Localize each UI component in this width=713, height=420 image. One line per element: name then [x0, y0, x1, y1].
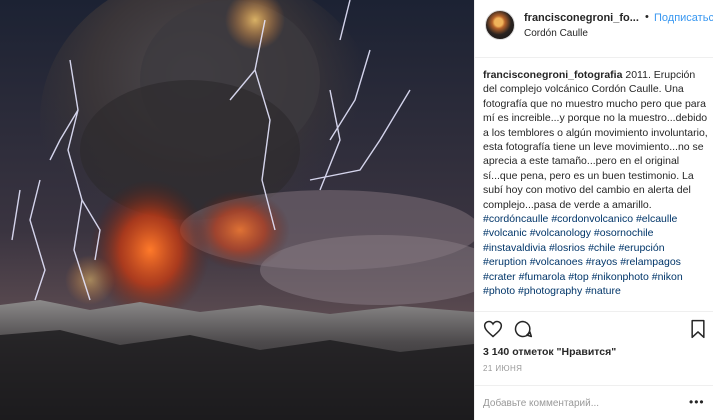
hashtag-link[interactable]: #photography	[518, 285, 582, 297]
comment-box: •••	[475, 385, 713, 420]
hashtag-link[interactable]: #cordonvolcanico	[551, 213, 633, 225]
hashtag-link[interactable]: #fumarola	[519, 271, 566, 283]
caption-username[interactable]: francisconegroni_fotografia	[483, 69, 622, 81]
hashtag-link[interactable]: #instavaldivia	[483, 242, 546, 254]
post-actions	[475, 311, 713, 345]
hashtag-link[interactable]: #top	[568, 271, 588, 283]
bookmark-icon[interactable]	[688, 319, 708, 339]
location-link[interactable]: Cordón Caulle	[524, 28, 588, 39]
heart-icon[interactable]	[483, 319, 503, 339]
hashtag-link[interactable]: #volcanic	[483, 227, 527, 239]
post-header: francisconegroni_fo... • Подписаться Cor…	[475, 0, 713, 58]
more-options-icon[interactable]: •••	[689, 395, 705, 409]
separator-dot: •	[645, 11, 649, 23]
hashtag-list: #cordóncaulle #cordonvolcanico #elcaulle…	[483, 213, 683, 297]
hashtag-link[interactable]: #losrios	[549, 242, 585, 254]
post-photo[interactable]	[0, 0, 474, 420]
comment-input[interactable]	[483, 394, 673, 412]
post-date: 21 ИЮНЯ	[483, 364, 523, 373]
hashtag-link[interactable]: #rayos	[586, 256, 618, 268]
post-sidebar: francisconegroni_fo... • Подписаться Cor…	[474, 0, 713, 420]
hashtag-link[interactable]: #nikonphoto	[592, 271, 649, 283]
hashtag-link[interactable]: #volcanology	[530, 227, 591, 239]
hashtag-link[interactable]: #eruption	[483, 256, 527, 268]
comment-icon[interactable]	[513, 319, 533, 339]
volcano-lightning-photo	[0, 0, 474, 420]
hashtag-link[interactable]: #volcanoes	[530, 256, 583, 268]
hashtag-link[interactable]: #chile	[588, 242, 615, 254]
caption-text: 2011. Erupción del complejo volcánico Co…	[483, 69, 708, 211]
header-username[interactable]: francisconegroni_fo...	[524, 12, 644, 24]
avatar[interactable]	[485, 10, 515, 40]
hashtag-link[interactable]: #elcaulle	[636, 213, 677, 225]
follow-button[interactable]: Подписаться	[654, 12, 713, 24]
likes-count[interactable]: 3 140 отметок "Нравится"	[483, 346, 616, 358]
hashtag-link[interactable]: #osornochile	[594, 227, 654, 239]
hashtag-link[interactable]: #nikon	[652, 271, 683, 283]
hashtag-link[interactable]: #erupción	[618, 242, 664, 254]
post-caption: francisconegroni_fotografia 2011. Erupci…	[483, 68, 708, 316]
hashtag-link[interactable]: #photo	[483, 285, 515, 297]
hashtag-link[interactable]: #nature	[585, 285, 621, 297]
hashtag-link[interactable]: #cordóncaulle	[483, 213, 548, 225]
hashtag-link[interactable]: #relampagos	[620, 256, 681, 268]
hashtag-link[interactable]: #crater	[483, 271, 516, 283]
